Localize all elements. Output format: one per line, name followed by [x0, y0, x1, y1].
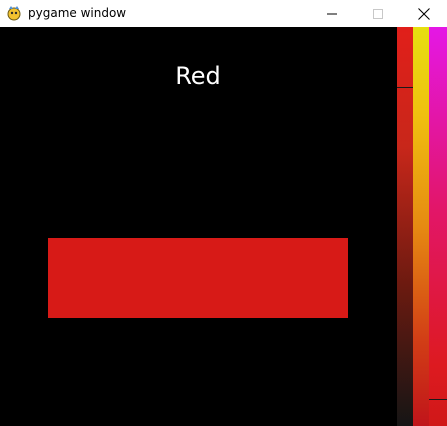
- close-button[interactable]: [401, 0, 447, 27]
- close-icon: [418, 7, 430, 20]
- game-canvas[interactable]: Red: [0, 27, 447, 426]
- pygame-window: pygame window Red: [0, 0, 447, 426]
- color-name-label: Red: [175, 62, 221, 90]
- blue-slider-marker[interactable]: [429, 399, 447, 400]
- red-slider-marker[interactable]: [397, 87, 413, 88]
- window-title: pygame window: [28, 6, 127, 20]
- color-swatch: [48, 238, 348, 318]
- minimize-button[interactable]: [309, 0, 355, 27]
- pygame-snake-icon: [7, 6, 21, 21]
- blue-slider[interactable]: [429, 27, 447, 426]
- green-slider[interactable]: [413, 27, 429, 426]
- title-bar[interactable]: pygame window: [0, 0, 447, 27]
- minimize-icon: [327, 13, 337, 14]
- maximize-icon: [373, 8, 383, 19]
- maximize-button[interactable]: [355, 0, 401, 27]
